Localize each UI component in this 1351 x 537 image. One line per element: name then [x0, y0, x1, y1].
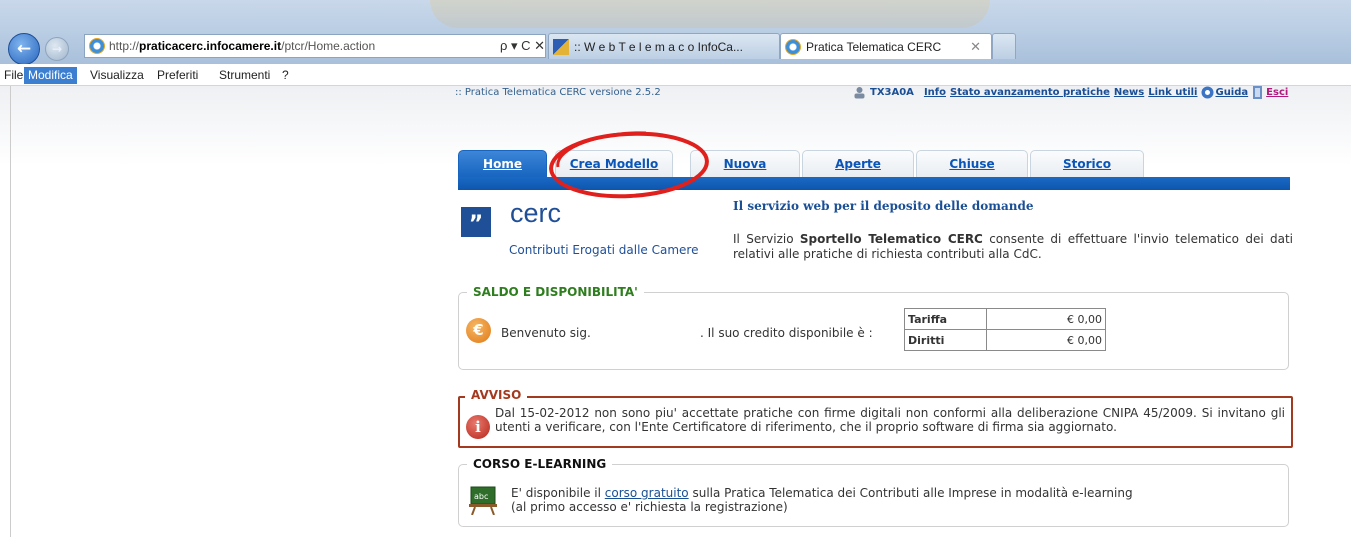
user-id: TX3A0A	[870, 87, 914, 98]
annotation-circle	[549, 131, 709, 199]
forward-button[interactable]: →	[45, 37, 69, 61]
browser-tab-label: :: W e b T e l e m a c o InfoCa...	[574, 39, 743, 54]
credit-table: Tariffa € 0,00 Diritti € 0,00	[904, 308, 1106, 351]
tariffa-value: € 0,00	[986, 308, 1106, 330]
help-icon	[1201, 86, 1214, 99]
corso-gratuito-link[interactable]: corso gratuito	[605, 486, 689, 500]
tab-label: Aperte	[835, 157, 881, 171]
menu-modifica[interactable]: Modifica	[24, 67, 77, 84]
cerc-logo-text: cerc	[510, 198, 562, 228]
euro-icon: €	[466, 318, 491, 343]
browser-tab-webtelemaco[interactable]: :: W e b T e l e m a c o InfoCa...	[548, 33, 780, 59]
info-link[interactable]: Info	[924, 87, 946, 98]
menu-help[interactable]: ?	[278, 67, 293, 84]
corso-panel: CORSO E-LEARNING abc E' disponibile il c…	[458, 457, 1289, 527]
credit-text: . Il suo credito disponibile è :	[700, 326, 873, 340]
link-utili-link[interactable]: Link utili	[1148, 87, 1197, 98]
cerc-logo-mark: ”	[461, 207, 491, 237]
tab-label: Storico	[1062, 157, 1111, 171]
webtelemaco-favicon	[553, 38, 569, 55]
content-divider	[10, 86, 11, 537]
tab-home[interactable]: Home	[458, 150, 547, 177]
address-controls[interactable]: ρ ▾ C ✕	[500, 38, 545, 54]
cerc-logo-subtitle: Contributi Erogati dalle Camere	[509, 243, 699, 257]
url-path: /ptcr/Home.action	[281, 39, 376, 53]
info-icon: i	[466, 415, 490, 439]
arrow-right-icon: →	[51, 42, 63, 56]
version-label: :: Pratica Telematica CERC versione 2.5.…	[455, 87, 661, 98]
menu-strumenti[interactable]: Strumenti	[215, 67, 274, 84]
menu-visualizza[interactable]: Visualizza	[86, 67, 148, 84]
chalkboard-text: abc	[474, 492, 488, 501]
intro-text-bold: Sportello Telematico CERC	[799, 232, 983, 246]
esci-link[interactable]: Esci	[1266, 87, 1288, 98]
titlebar-glow	[430, 0, 990, 28]
corso-text: E' disponibile il corso gratuito sulla P…	[511, 486, 1133, 514]
avviso-panel: AVVISO i Dal 15-02-2012 non sono piu' ac…	[458, 388, 1293, 448]
intro-title: Il servizio web per il deposito delle do…	[733, 199, 1034, 213]
avviso-legend: AVVISO	[465, 388, 528, 402]
close-tab-icon[interactable]: ✕	[970, 39, 981, 55]
diritti-label: Diritti	[904, 329, 987, 351]
news-link[interactable]: News	[1114, 87, 1144, 98]
corso-text-start: E' disponibile il	[511, 486, 605, 500]
welcome-text: Benvenuto sig.	[501, 326, 591, 340]
address-bar[interactable]: http://praticacerc.infocamere.it/ptcr/Ho…	[84, 34, 546, 58]
tab-label: Chiuse	[949, 157, 995, 171]
tab-label: Home	[483, 157, 522, 171]
menu-preferiti[interactable]: Preferiti	[153, 67, 202, 84]
intro-text: Il Servizio Sportello Telematico CERC co…	[733, 232, 1293, 262]
user-icon	[854, 87, 865, 99]
ie-page-icon	[89, 38, 105, 54]
chalkboard-icon: abc	[469, 486, 497, 515]
diritti-value: € 0,00	[986, 329, 1106, 351]
avviso-text: Dal 15-02-2012 non sono piu' accettate p…	[495, 406, 1285, 434]
browser-tab-label: Pratica Telematica CERC	[806, 39, 942, 54]
ie-favicon	[785, 38, 801, 55]
tariffa-label: Tariffa	[904, 308, 987, 330]
arrow-left-icon: ←	[16, 39, 32, 59]
browser-tab-pratica[interactable]: Pratica Telematica CERC ✕	[780, 33, 992, 59]
corso-legend: CORSO E-LEARNING	[467, 457, 613, 471]
table-row: Tariffa € 0,00	[904, 308, 1106, 330]
menu-bar: File Modifica Visualizza Preferiti Strum…	[0, 64, 1351, 86]
url-domain: praticacerc.infocamere.it	[139, 39, 282, 53]
saldo-legend: SALDO E DISPONIBILITA'	[467, 285, 644, 299]
address-url[interactable]: http://praticacerc.infocamere.it/ptcr/Ho…	[109, 39, 375, 53]
corso-text-end: sulla Pratica Telematica dei Contributi …	[688, 486, 1133, 500]
table-row: Diritti € 0,00	[904, 329, 1106, 351]
tab-aperte[interactable]: Aperte	[802, 150, 914, 177]
saldo-panel: SALDO E DISPONIBILITA' € Benvenuto sig. …	[458, 285, 1289, 370]
guida-link[interactable]: Guida	[1215, 87, 1248, 98]
corso-text-line2: (al primo accesso e' richiesta la regist…	[511, 500, 788, 514]
intro-text-start: Il Servizio	[733, 232, 800, 246]
tab-chiuse[interactable]: Chiuse	[916, 150, 1028, 177]
new-tab-button[interactable]	[992, 33, 1016, 59]
tab-label: Nuova	[723, 157, 767, 171]
url-prefix: http://	[109, 39, 140, 53]
exit-icon	[1253, 86, 1263, 99]
user-toolbar: TX3A0A Info Stato avanzamento pratiche N…	[853, 86, 1288, 99]
stato-pratiche-link[interactable]: Stato avanzamento pratiche	[950, 87, 1110, 98]
tab-storico[interactable]: Storico	[1030, 150, 1144, 177]
back-button[interactable]: ←	[8, 33, 40, 65]
